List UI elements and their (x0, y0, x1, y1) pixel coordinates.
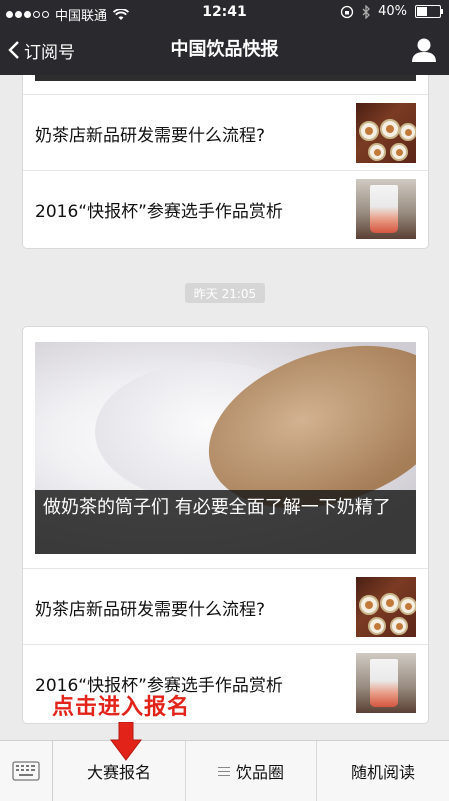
keyboard-icon (12, 761, 40, 781)
keyboard-toggle[interactable] (0, 741, 53, 801)
status-bar: 中国联通 12:41 40% (0, 0, 449, 25)
battery-percent: 40% (378, 4, 407, 19)
article-title: 奶茶店新品研发需要什么流程? (35, 125, 266, 146)
article-item[interactable]: 奶茶店新品研发需要什么流程? (23, 568, 428, 645)
nav-bar: 订阅号 中国饮品快报 (0, 25, 449, 75)
message-card: 做奶茶的筒子们 有必要全面了解一下奶精了 奶茶店新品研发需要什么流程? 2016… (22, 326, 429, 724)
cups-image (356, 577, 416, 637)
tab-drinks-circle[interactable]: 饮品圈 (186, 741, 317, 801)
article-title: 2016“快报杯”参赛选手作品赏析 (35, 675, 283, 696)
back-button[interactable]: 订阅号 (8, 25, 75, 75)
chevron-left-icon (8, 41, 19, 59)
battery-icon (415, 5, 443, 18)
cups-image (356, 103, 416, 163)
status-right: 40% (340, 4, 443, 19)
tab-label: 随机阅读 (350, 763, 415, 782)
cover-article[interactable]: 做奶茶的筒子们 有必要全面了解一下奶精了 (35, 342, 416, 554)
drink-image (356, 653, 416, 713)
cover-title: 做奶茶的筒子们 有必要全面了解一下奶精了 (35, 490, 416, 554)
back-label: 订阅号 (24, 42, 75, 63)
drink-image (356, 179, 416, 239)
tab-contest-signup[interactable]: 大赛报名 (53, 741, 186, 801)
article-title: 2016“快报杯”参赛选手作品赏析 (35, 201, 283, 222)
timestamp-badge: 昨天 21:05 (185, 283, 265, 303)
message-card: 奶茶店新品研发需要什么流程? 2016“快报杯”参赛选手作品赏析 (22, 75, 429, 249)
cover-bottom-edge (35, 75, 416, 81)
article-item[interactable]: 2016“快报杯”参赛选手作品赏析 (23, 644, 428, 721)
menu-lines-icon (217, 764, 230, 779)
article-item[interactable]: 2016“快报杯”参赛选手作品赏析 (23, 170, 428, 247)
menu-bar: 大赛报名 饮品圈 随机阅读 (0, 740, 449, 801)
tab-random-read[interactable]: 随机阅读 (317, 741, 449, 801)
article-item[interactable]: 奶茶店新品研发需要什么流程? (23, 94, 428, 171)
tab-label: 大赛报名 (86, 763, 151, 782)
article-title: 奶茶店新品研发需要什么流程? (35, 599, 266, 620)
bluetooth-icon (362, 4, 371, 19)
tab-label: 饮品圈 (235, 763, 284, 782)
person-icon[interactable] (409, 35, 439, 65)
rotation-lock-icon (340, 5, 354, 18)
